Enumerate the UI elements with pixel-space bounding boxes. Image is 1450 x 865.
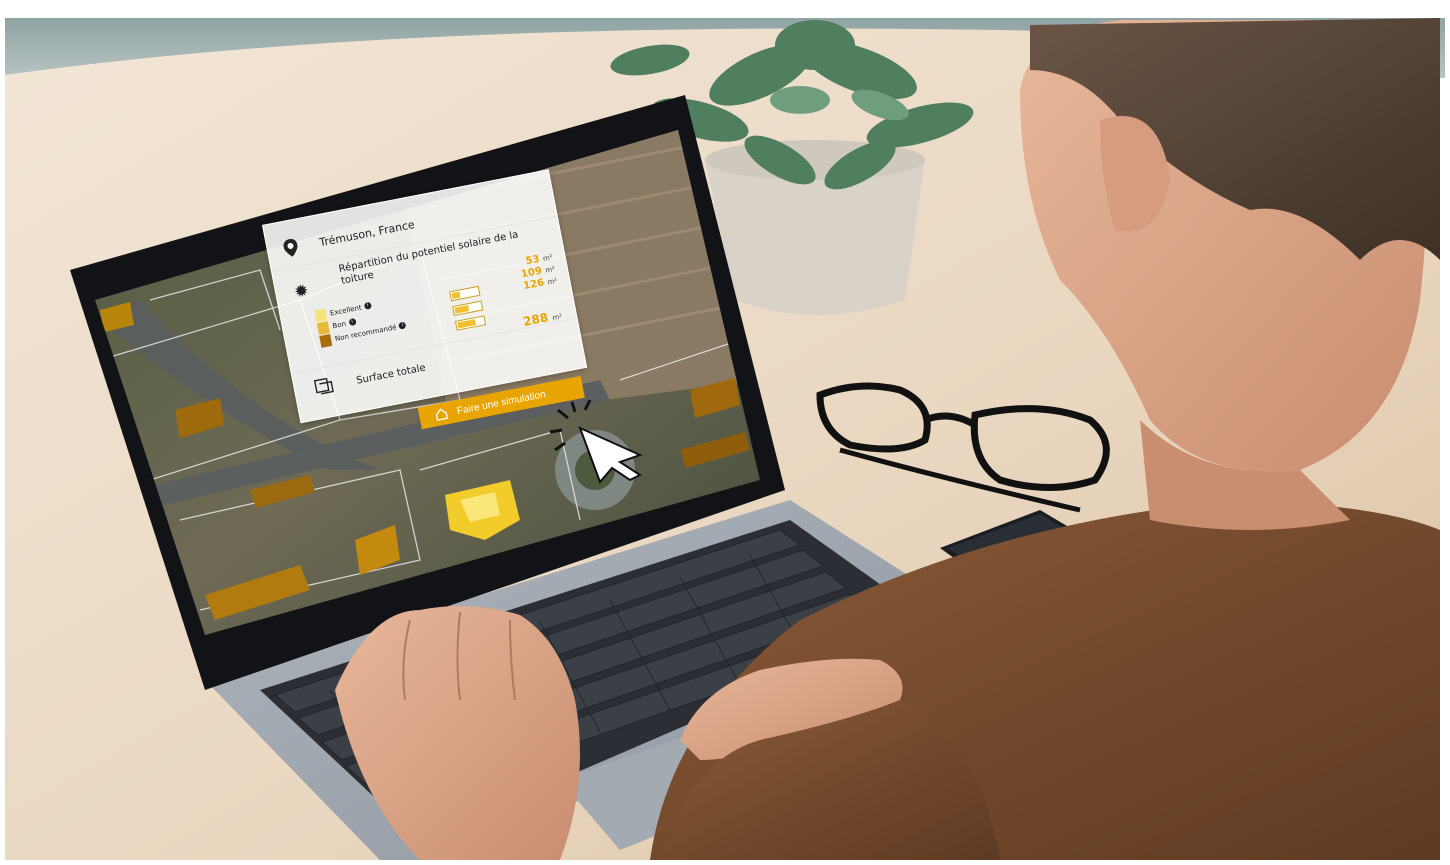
info-icon[interactable]: i xyxy=(398,321,407,330)
total-surface-value: 288 m² xyxy=(522,310,563,329)
legend: Excellent i Bon i Non recommandé i xyxy=(314,293,407,348)
legend-label: Bon xyxy=(331,319,347,330)
potential-bar xyxy=(454,315,487,331)
legend-swatch xyxy=(316,320,330,335)
potential-bar xyxy=(451,300,484,317)
photo-scene: Trémuson, France ✹ Répartition du potent… xyxy=(0,0,1450,865)
bar-fill xyxy=(457,319,477,329)
potential-bar xyxy=(449,285,481,302)
info-icon[interactable]: i xyxy=(348,317,357,327)
location-pin-icon xyxy=(283,238,298,257)
sun-icon: ✹ xyxy=(292,280,311,303)
legend-swatch xyxy=(319,333,333,348)
legend-swatch xyxy=(314,308,328,322)
bar-fill xyxy=(451,291,461,299)
potential-values: 53 m² 109 m² 126 m² xyxy=(518,251,558,293)
potential-bars xyxy=(449,285,487,336)
info-icon[interactable]: i xyxy=(363,301,372,310)
location-label: Trémuson, France xyxy=(318,217,416,249)
home-icon xyxy=(435,408,449,421)
surface-icon xyxy=(313,377,334,395)
background-photo xyxy=(0,0,1450,865)
bar-fill xyxy=(454,305,470,314)
simulation-button-label: Faire une simulation xyxy=(456,388,547,417)
total-surface-label: Surface totale xyxy=(355,362,427,387)
